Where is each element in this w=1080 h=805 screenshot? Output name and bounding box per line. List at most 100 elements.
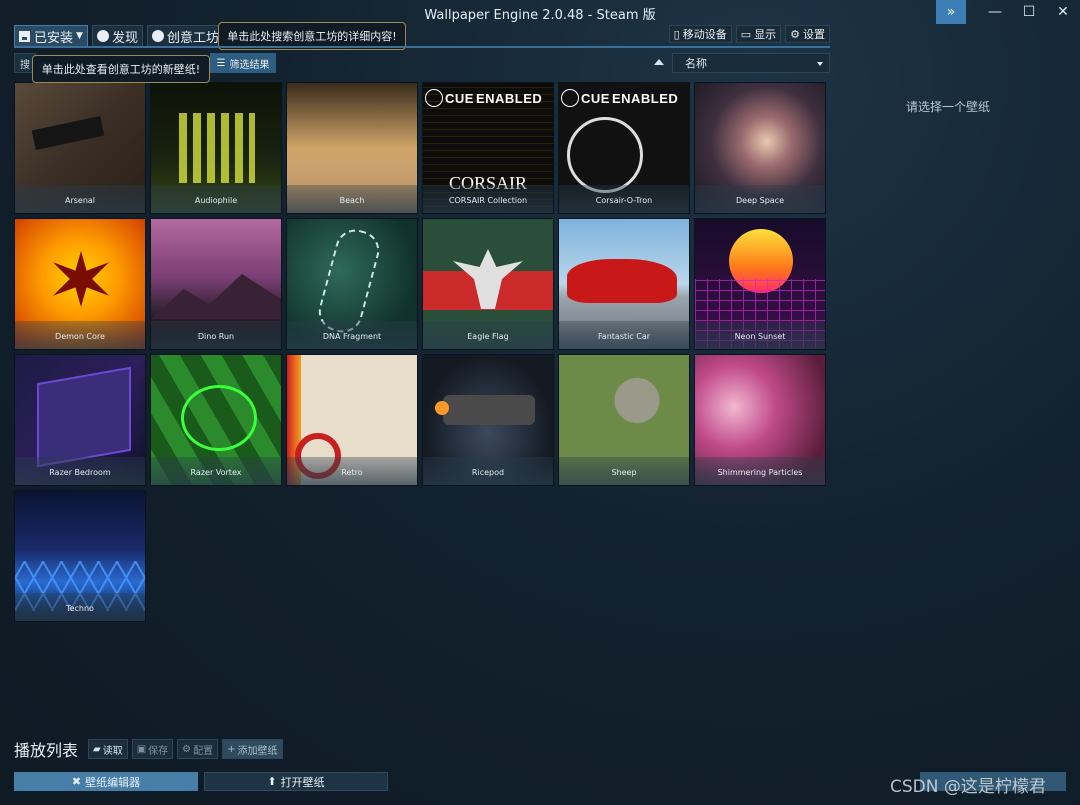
spiky-core-art (53, 251, 109, 307)
cue-enabled-text: ENABLED (475, 90, 543, 106)
load-playlist-button[interactable]: ▰ 读取 (88, 739, 128, 759)
wallpaper-title: Razer Bedroom (15, 457, 145, 485)
wallpaper-title: Sheep (559, 457, 689, 485)
wallpaper-title: Demon Core (15, 321, 145, 349)
editor-label: 壁纸编辑器 (85, 775, 141, 789)
pistol-art (31, 115, 105, 151)
wallpaper-tile[interactable]: CUE ENABLED CORSAIR CORSAIR Collection (422, 82, 554, 214)
display-button[interactable]: ▭ 显示 (735, 25, 782, 43)
wallpaper-title: Retro (287, 457, 417, 485)
gear-icon: ⚙ (790, 27, 800, 41)
wallpaper-tile[interactable]: Razer Vortex (150, 354, 282, 486)
cue-badge: CUE ENABLED (425, 87, 551, 109)
wallpaper-tile[interactable]: DNA Fragment (286, 218, 418, 350)
floppy-icon (19, 30, 30, 42)
window-title: Wallpaper Engine 2.0.48 - Steam 版 (424, 8, 656, 23)
phone-icon: ▯ (673, 27, 680, 41)
wallpaper-title: Neon Sunset (695, 321, 825, 349)
cue-text: CUE (445, 90, 474, 106)
steam-icon (151, 30, 164, 42)
select-wallpaper-prompt: 请选择一个壁纸 (906, 100, 991, 114)
ship-art (443, 395, 535, 425)
add-label: 添加壁纸 (237, 745, 278, 757)
filter-results-label: 筛选结果 (229, 59, 270, 71)
mobile-device-button[interactable]: ▯ 移动设备 (668, 25, 732, 43)
wallpaper-editor-button[interactable]: ✖ 壁纸编辑器 (14, 772, 198, 791)
settings-label: 设置 (803, 28, 825, 41)
wallpaper-tile[interactable]: Audiophile (150, 82, 282, 214)
open-wallpaper-button[interactable]: ⬆ 打开壁纸 (204, 772, 388, 791)
wallpaper-tile[interactable]: Eagle Flag (422, 218, 554, 350)
maximize-button[interactable]: ☐ (1012, 0, 1046, 24)
config-playlist-button[interactable]: ⚙ 配置 (177, 739, 219, 759)
add-wallpaper-button[interactable]: + 添加壁纸 (222, 739, 283, 759)
mountain-art (151, 274, 281, 319)
title-bar: Wallpaper Engine 2.0.48 - Steam 版 » — ☐ … (0, 0, 1080, 24)
display-label: 显示 (754, 28, 777, 41)
discover-button[interactable]: 发现 (91, 25, 143, 47)
watermark: CSDN @这是柠檬君 (890, 777, 1046, 797)
open-label: 打开壁纸 (280, 775, 325, 789)
playlist-bar: 播放列表 ▰ 读取 ▣ 保存 ⚙ 配置 + 添加壁纸 (14, 738, 283, 760)
save-playlist-button[interactable]: ▣ 保存 (131, 739, 174, 759)
wallpaper-tile[interactable]: Sheep (558, 354, 690, 486)
workshop-label: 创意工坊 (166, 30, 219, 46)
wallpaper-title: Techno (15, 593, 145, 621)
power-icon (425, 89, 443, 107)
minimize-button[interactable]: — (978, 0, 1012, 24)
corsair-ring-art (567, 117, 643, 193)
sort-dropdown[interactable]: 名称 (672, 53, 830, 73)
wallpaper-grid: Arsenal Audiophile Beach CUE ENABLED COR… (14, 82, 830, 622)
double-chevron-right-icon[interactable]: » (936, 0, 966, 24)
mobile-label: 移动设备 (682, 28, 727, 41)
monitor-icon: ▭ (740, 27, 752, 41)
floppy-icon: ▣ (136, 743, 147, 755)
folder-icon: ▰ (93, 743, 101, 755)
settings-button[interactable]: ⚙ 设置 (785, 25, 830, 43)
caret-down-icon: ▼ (76, 31, 83, 41)
razer-logo-art (181, 385, 257, 451)
wallpaper-tile[interactable]: Demon Core (14, 218, 146, 350)
cue-badge: CUE ENABLED (561, 87, 687, 109)
wallpaper-tile[interactable]: Beach (286, 82, 418, 214)
window-controls: » — ☐ ✕ (936, 0, 1080, 24)
list-icon: ☰ (216, 57, 226, 69)
wallpaper-tile[interactable]: Ricepod (422, 354, 554, 486)
wallpaper-title: Shimmering Particles (695, 457, 825, 485)
power-icon (561, 89, 579, 107)
wallpaper-title: Ricepod (423, 457, 553, 485)
wallpaper-tile[interactable]: Deep Space (694, 82, 826, 214)
config-label: 配置 (193, 745, 214, 757)
wallpaper-tile[interactable]: Fantastic Car (558, 218, 690, 350)
wallpaper-tile[interactable]: Neon Sunset (694, 218, 826, 350)
wallpaper-tile[interactable]: CUE ENABLED Corsair-O-Tron (558, 82, 690, 214)
load-label: 读取 (102, 745, 123, 757)
save-label: 保存 (148, 745, 169, 757)
cue-enabled-text: ENABLED (611, 90, 679, 106)
playlist-title: 播放列表 (14, 741, 79, 760)
wallpaper-title: Fantastic Car (559, 321, 689, 349)
chevron-down-icon (817, 62, 823, 66)
wallpaper-title: Beach (287, 185, 417, 213)
discover-tooltip: 单击此处查看创意工坊的新壁纸! (32, 55, 210, 83)
wallpaper-tile[interactable]: Razer Bedroom (14, 354, 146, 486)
wallpaper-tile[interactable]: Techno (14, 490, 146, 622)
cue-text: CUE (581, 90, 610, 106)
thruster-art (435, 401, 449, 415)
installed-button[interactable]: 已安装 ▼ (14, 25, 88, 47)
bedroom-art (37, 366, 131, 468)
sort-label: 名称 (685, 57, 707, 70)
filter-results-button[interactable]: ☰ 筛选结果 (210, 53, 276, 73)
wallpaper-tile[interactable]: Dino Run (150, 218, 282, 350)
car-art (567, 259, 677, 303)
wallpaper-title: Corsair-O-Tron (559, 185, 689, 213)
wallpaper-tile[interactable]: Arsenal (14, 82, 146, 214)
sort-ascending-icon[interactable] (654, 59, 664, 65)
close-button[interactable]: ✕ (1046, 0, 1080, 24)
eagle-art (453, 249, 523, 309)
wallpaper-tile[interactable]: Retro (286, 354, 418, 486)
wallpaper-title: CORSAIR Collection (423, 185, 553, 213)
wallpaper-tile[interactable]: Shimmering Particles (694, 354, 826, 486)
workshop-button[interactable]: 创意工坊 (146, 25, 224, 47)
wallpaper-title: Razer Vortex (151, 457, 281, 485)
